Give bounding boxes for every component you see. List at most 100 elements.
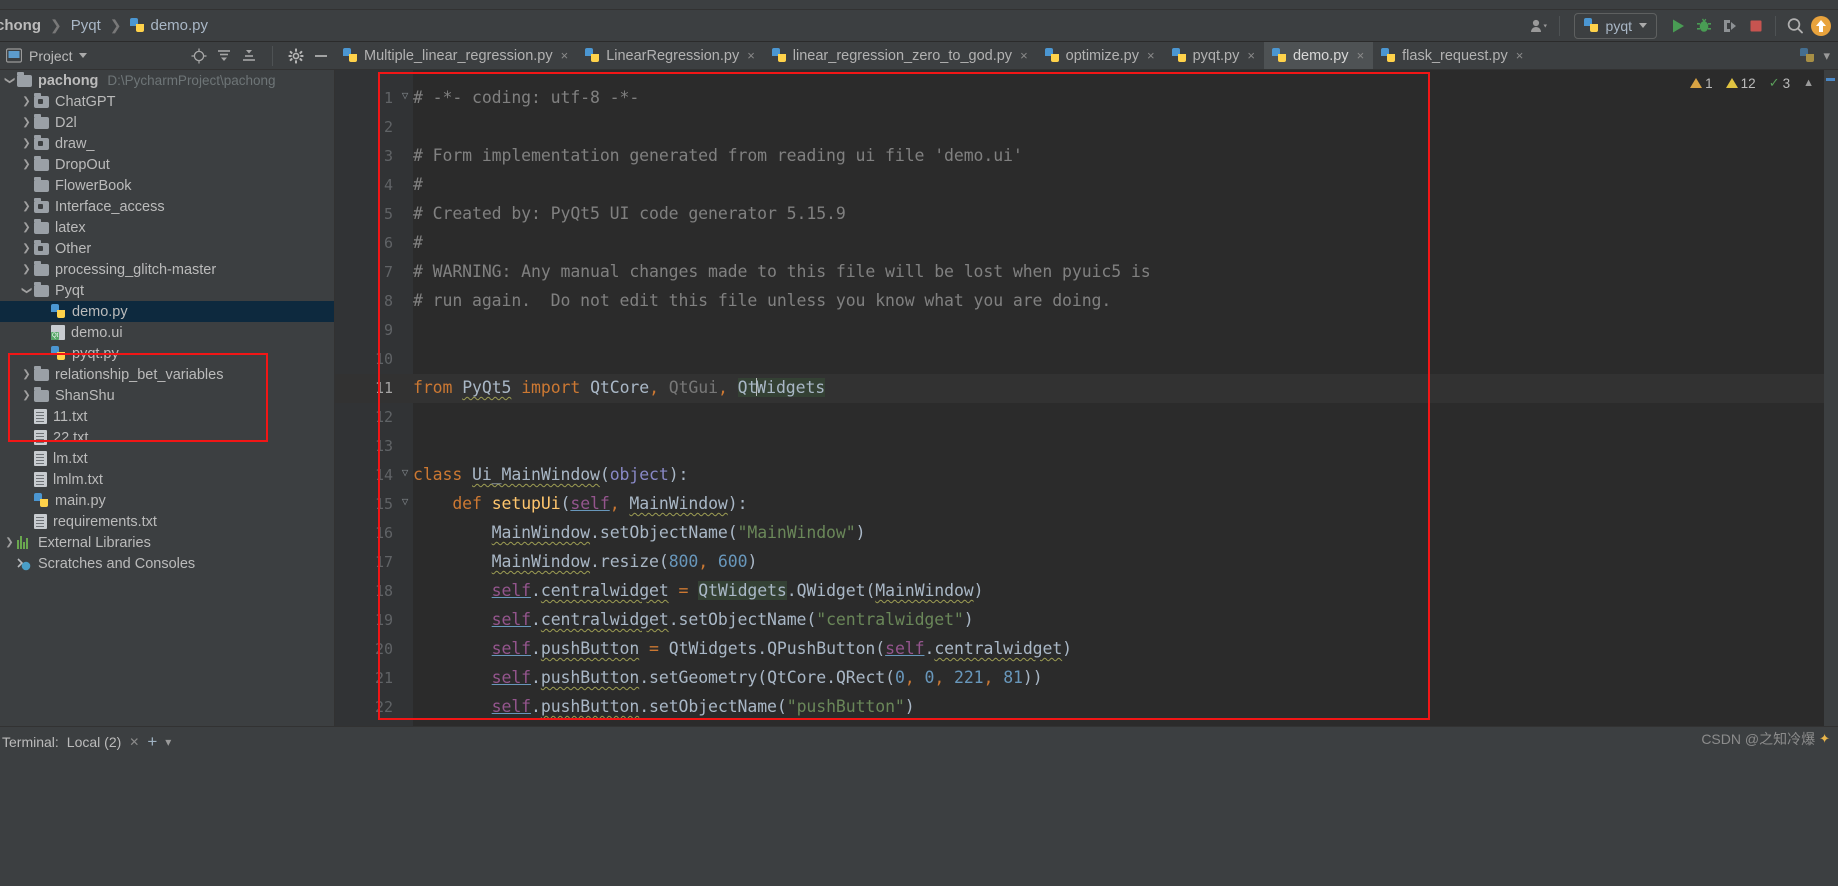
tree-item-relationship-bet-variables[interactable]: ❯relationship_bet_variables — [0, 364, 334, 385]
terminal-label[interactable]: Terminal: — [2, 734, 59, 750]
breadcrumb-item-folder[interactable]: Pyqt — [69, 17, 103, 34]
tree-item-pyqt-py[interactable]: pyqt.py — [0, 343, 334, 364]
tree-item-latex[interactable]: ❯latex — [0, 217, 334, 238]
code-editor[interactable]: 1▽# -*- coding: utf-8 -*-23# Form implem… — [335, 70, 1838, 726]
chevron-right-icon[interactable]: ❯ — [2, 537, 17, 548]
code-fold-toggle[interactable]: ▽ — [399, 89, 411, 102]
coverage-icon[interactable] — [1717, 13, 1743, 39]
error-count-chip[interactable]: 1 — [1690, 76, 1713, 91]
tree-item-main-py[interactable]: main.py — [0, 490, 334, 511]
breadcrumb-item-project[interactable]: chong — [0, 17, 43, 34]
tree-item-chatgpt[interactable]: ❯ChatGPT — [0, 91, 334, 112]
code-line[interactable]: self.pushButton = QtWidgets.QPushButton(… — [413, 639, 1072, 658]
tree-item-dropout[interactable]: ❯DropOut — [0, 154, 334, 175]
inspection-widget[interactable]: 1 12 ✓ 3 ▲ — [1690, 75, 1814, 91]
chevron-right-icon[interactable]: ❯ — [19, 201, 34, 212]
tree-item-shanshu[interactable]: ❯ShanShu — [0, 385, 334, 406]
tree-item-22-txt[interactable]: 22.txt — [0, 427, 334, 448]
tree-item-11-txt[interactable]: 11.txt — [0, 406, 334, 427]
editor-tab[interactable]: flask_request.py× — [1373, 42, 1532, 69]
updates-icon[interactable] — [1808, 13, 1834, 39]
run-configuration-selector[interactable]: pyqt — [1574, 13, 1657, 39]
close-icon[interactable]: ✕ — [129, 735, 139, 749]
chevron-right-icon[interactable]: ❯ — [19, 159, 34, 170]
chevron-down-icon[interactable]: ❯ — [4, 73, 15, 88]
code-line[interactable]: from PyQt5 import QtCore, QtGui, QtWidge… — [413, 378, 825, 397]
chevron-right-icon[interactable]: ❯ — [19, 369, 34, 380]
close-icon[interactable]: × — [561, 48, 569, 63]
chevron-right-icon[interactable]: ❯ — [19, 264, 34, 275]
settings-gear-icon[interactable] — [288, 48, 304, 64]
debug-icon[interactable] — [1691, 13, 1717, 39]
chevron-right-icon[interactable]: ❯ — [19, 117, 34, 128]
code-fold-toggle[interactable]: ▽ — [399, 466, 411, 479]
code-fold-toggle[interactable]: ▽ — [399, 495, 411, 508]
chevron-right-icon[interactable]: ❯ — [19, 243, 34, 254]
code-line[interactable]: self.centralwidget.setObjectName("centra… — [413, 610, 974, 629]
hide-panel-icon[interactable] — [313, 48, 329, 64]
chevron-right-icon[interactable]: ❯ — [19, 390, 34, 401]
code-line[interactable]: # — [413, 175, 423, 194]
editor-tab[interactable]: LinearRegression.py× — [577, 42, 764, 69]
chevron-right-icon[interactable]: ❯ — [19, 138, 34, 149]
code-line[interactable]: # Form implementation generated from rea… — [413, 146, 1023, 165]
tree-item-requirements-txt[interactable]: requirements.txt — [0, 511, 334, 532]
expand-all-icon[interactable] — [241, 48, 257, 64]
code-line[interactable]: self.pushButton.setObjectName("pushButto… — [413, 697, 915, 716]
tree-item-lmlm-txt[interactable]: lmlm.txt — [0, 469, 334, 490]
code-line[interactable]: self.centralwidget = QtWidgets.QWidget(M… — [413, 581, 983, 600]
locate-icon[interactable] — [191, 48, 207, 64]
tree-item-processing-glitch-master[interactable]: ❯processing_glitch-master — [0, 259, 334, 280]
tree-item-demo-py[interactable]: demo.py — [0, 301, 334, 322]
tree-item-interface-access[interactable]: ❯Interface_access — [0, 196, 334, 217]
chevron-down-icon[interactable] — [79, 53, 87, 58]
close-icon[interactable]: × — [1147, 48, 1155, 63]
inspection-scroll-bar[interactable] — [1824, 70, 1838, 726]
close-icon[interactable]: × — [1516, 48, 1524, 63]
close-icon[interactable]: × — [1247, 48, 1255, 63]
code-line[interactable]: MainWindow.resize(800, 600) — [413, 552, 757, 571]
chevron-up-icon[interactable]: ▲ — [1803, 77, 1814, 89]
user-account-icon[interactable] — [1527, 13, 1553, 39]
plus-icon[interactable]: + — [147, 736, 157, 748]
editor-tab[interactable]: linear_regression_zero_to_god.py× — [764, 42, 1037, 69]
chevron-down-icon[interactable]: ▾ — [1823, 48, 1830, 64]
chevron-down-icon[interactable]: ❯ — [21, 283, 32, 298]
chevron-right-icon[interactable]: ❯ — [19, 96, 34, 107]
warning-count-chip[interactable]: 12 — [1726, 76, 1756, 91]
search-everywhere-icon[interactable] — [1782, 13, 1808, 39]
collapse-all-icon[interactable] — [216, 48, 232, 64]
chevron-down-icon[interactable]: ▾ — [165, 735, 171, 749]
code-line[interactable]: class Ui_MainWindow(object): — [413, 465, 688, 484]
code-line[interactable]: # WARNING: Any manual changes made to th… — [413, 262, 1151, 281]
breadcrumb-item-file[interactable]: demo.py — [128, 17, 210, 34]
tree-item-pyqt[interactable]: ❯Pyqt — [0, 280, 334, 301]
editor-tab[interactable]: pyqt.py× — [1164, 42, 1264, 69]
code-line[interactable]: # -*- coding: utf-8 -*- — [413, 88, 639, 107]
chevron-right-icon[interactable]: ❯ — [19, 222, 34, 233]
code-line[interactable]: def setupUi(self, MainWindow): — [413, 494, 747, 513]
tree-item-external-libraries[interactable]: ❯External Libraries — [0, 532, 334, 553]
stop-icon[interactable] — [1743, 13, 1769, 39]
tree-item-scratches-and-consoles[interactable]: Scratches and Consoles — [0, 553, 334, 574]
editor-tab[interactable]: optimize.py× — [1037, 42, 1164, 69]
code-line[interactable]: # run again. Do not edit this file unles… — [413, 291, 1111, 310]
tree-item-flowerbook[interactable]: FlowerBook — [0, 175, 334, 196]
run-icon[interactable] — [1665, 13, 1691, 39]
ok-count-chip[interactable]: ✓ 3 — [1769, 75, 1790, 91]
editor-tab[interactable]: Multiple_linear_regression.py× — [335, 42, 577, 69]
close-icon[interactable]: × — [747, 48, 755, 63]
tree-item-d2l[interactable]: ❯D2l — [0, 112, 334, 133]
editor-tab[interactable]: demo.py× — [1264, 42, 1373, 69]
project-tree-panel[interactable]: ❯pachongD:\PycharmProject\pachong❯ChatGP… — [0, 70, 335, 726]
code-line[interactable]: self.pushButton.setGeometry(QtCore.QRect… — [413, 668, 1043, 687]
tree-item-lm-txt[interactable]: lm.txt — [0, 448, 334, 469]
close-icon[interactable]: × — [1020, 48, 1028, 63]
terminal-session-label[interactable]: Local (2) — [67, 734, 121, 750]
tree-item-draw-[interactable]: ❯draw_ — [0, 133, 334, 154]
code-line[interactable]: MainWindow.setObjectName("MainWindow") — [413, 523, 865, 542]
close-icon[interactable]: × — [1357, 48, 1365, 63]
tree-item-demo-ui[interactable]: Qtdemo.ui — [0, 322, 334, 343]
tree-item-other[interactable]: ❯Other — [0, 238, 334, 259]
tree-item-pachong[interactable]: ❯pachongD:\PycharmProject\pachong — [0, 70, 334, 91]
